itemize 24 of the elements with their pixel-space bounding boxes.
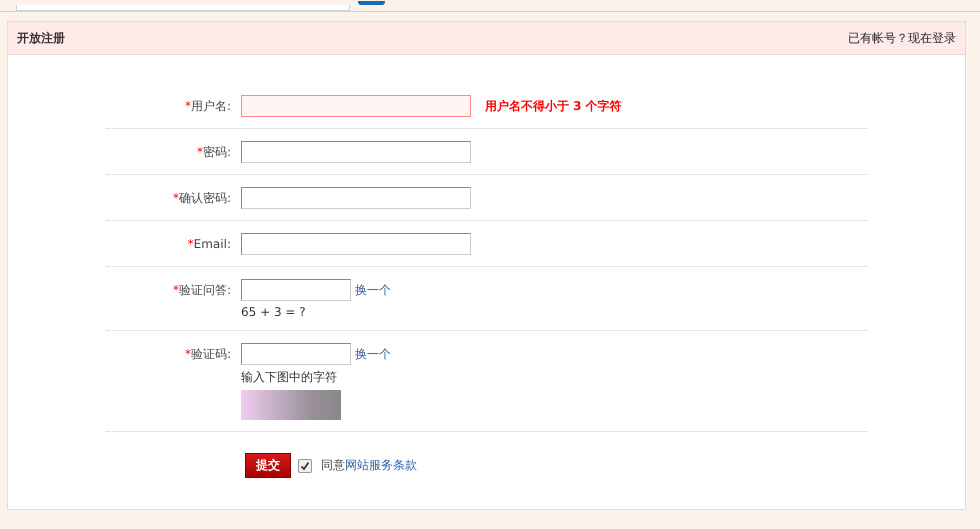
login-link[interactable]: 已有帐号？现在登录	[848, 30, 956, 46]
field-label: *用户名:	[184, 98, 231, 115]
field-label: *密码:	[196, 144, 231, 161]
input-field[interactable]	[241, 95, 471, 117]
panel-title: 开放注册	[17, 30, 65, 46]
hint-text: 65 + 3 = ?	[241, 305, 307, 319]
input-field[interactable]	[241, 187, 471, 209]
refresh-link[interactable]: 换一个	[355, 282, 391, 298]
input-field[interactable]	[241, 233, 471, 255]
input-field[interactable]	[241, 141, 471, 163]
field-label: *确认密码:	[172, 190, 231, 207]
field-label: *验证问答:	[172, 282, 231, 299]
input-field[interactable]	[241, 279, 351, 301]
field-label: *Email:	[186, 236, 231, 253]
field-label: *验证码:	[184, 346, 231, 363]
terms-link[interactable]: 网站服务条款	[345, 458, 417, 472]
agree-checkbox[interactable]	[298, 458, 312, 472]
refresh-link[interactable]: 换一个	[355, 346, 391, 362]
hint-text: 输入下图中的字符	[241, 369, 338, 386]
submit-button[interactable]: 提交	[245, 453, 291, 478]
error-message: 用户名不得小于 3 个字符	[485, 98, 622, 114]
input-field[interactable]	[241, 343, 351, 365]
agree-text: 同意网站服务条款	[321, 457, 417, 474]
search-button[interactable]	[358, 1, 385, 5]
